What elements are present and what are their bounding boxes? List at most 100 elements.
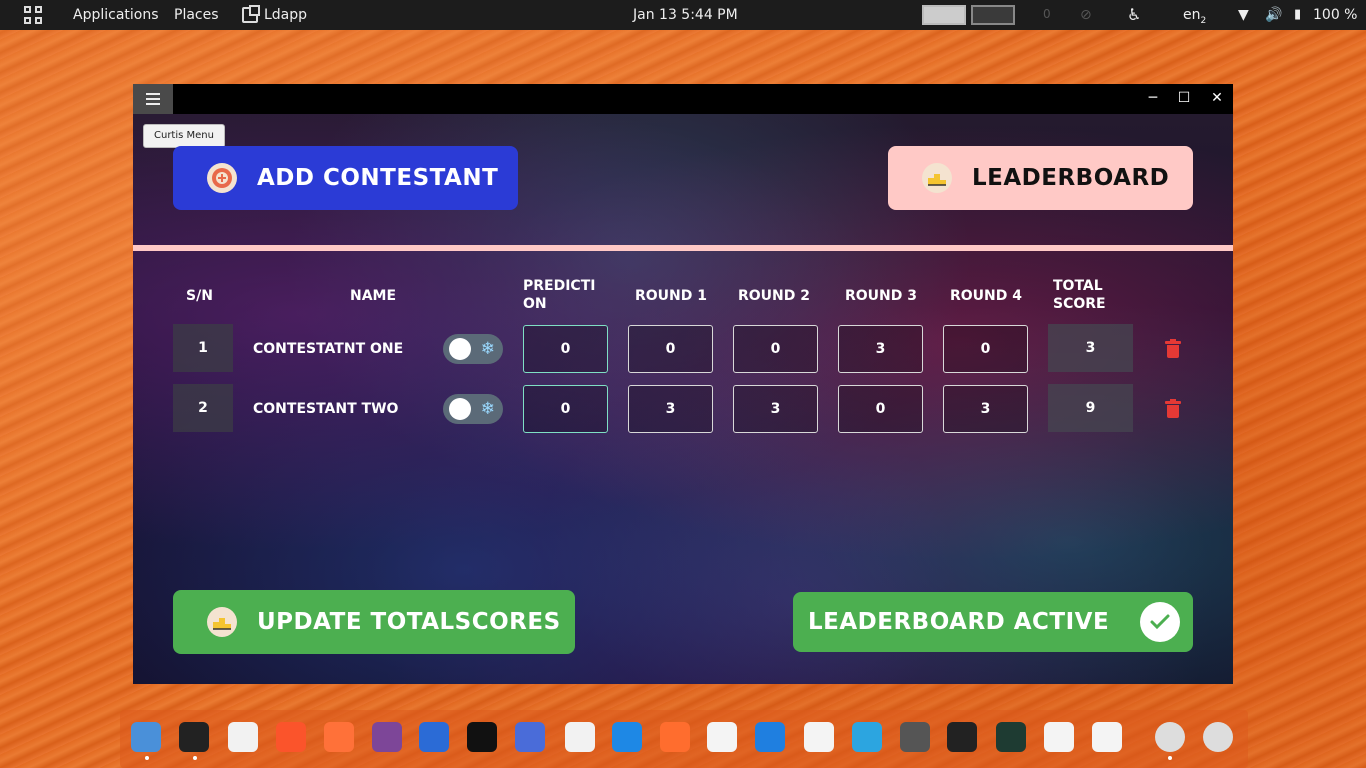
paint-icon[interactable] — [660, 722, 690, 752]
row2-prediction-input[interactable]: 0 — [523, 385, 608, 433]
leaderboard-button[interactable]: LEADERBOARD — [888, 146, 1193, 210]
row1-sn: 1 — [173, 324, 233, 372]
workspace-indicator: 0 — [1043, 7, 1051, 21]
language-sub: 2 — [1200, 15, 1207, 26]
games-icon[interactable] — [1092, 722, 1122, 752]
row2-round1-input[interactable]: 3 — [628, 385, 713, 433]
row1-round2-input[interactable]: 0 — [733, 325, 818, 373]
row1-delete-icon[interactable] — [1165, 339, 1181, 358]
leaderboard-active-button[interactable]: LEADERBOARD ACTIVE — [793, 592, 1193, 652]
row2-delete-icon[interactable] — [1165, 399, 1181, 418]
wifi-icon[interactable]: ▼ — [1238, 7, 1249, 23]
row2-name: CONTESTANT TWO — [253, 401, 399, 417]
header-name: NAME — [350, 288, 397, 304]
row1-round3-input[interactable]: 3 — [838, 325, 923, 373]
accessibility-icon[interactable]: ♿ — [1127, 5, 1141, 24]
system-monitor-icon[interactable] — [996, 722, 1026, 752]
terminal-icon[interactable] — [179, 722, 209, 752]
row2-round2-input[interactable]: 3 — [733, 385, 818, 433]
row1-name: CONTESTATNT ONE — [253, 341, 404, 357]
font-viewer-icon[interactable] — [565, 722, 595, 752]
header-total-score: TOTAL SCORE — [1053, 277, 1106, 313]
running-indicator — [193, 756, 197, 760]
row2-total-score: 9 — [1048, 384, 1133, 432]
header-prediction: PREDICTI ON — [523, 277, 595, 313]
toggle-knob — [449, 398, 471, 420]
row2-round4-input[interactable]: 3 — [943, 385, 1028, 433]
add-contestant-label: ADD CONTESTANT — [257, 165, 499, 191]
bird-icon[interactable] — [419, 722, 449, 752]
row1-round1-input[interactable]: 0 — [628, 325, 713, 373]
leaderboard-label: LEADERBOARD — [972, 165, 1170, 191]
battery-icon[interactable]: ▮ — [1294, 7, 1301, 22]
header-sn: S/N — [186, 288, 213, 304]
podium-icon — [207, 607, 237, 637]
running-indicator — [1168, 756, 1172, 760]
link-icon: ⊘ — [1080, 7, 1092, 23]
vpn-icon[interactable] — [707, 722, 737, 752]
add-target-icon — [207, 163, 237, 193]
header-round1: ROUND 1 — [635, 288, 708, 304]
battery-percent: 100 % — [1313, 7, 1358, 23]
row1-round4-input[interactable]: 0 — [943, 325, 1028, 373]
header-total-line1: TOTAL — [1053, 278, 1103, 294]
text-editor-icon[interactable] — [228, 722, 258, 752]
check-icon — [1140, 602, 1180, 642]
download-icon[interactable] — [467, 722, 497, 752]
podium-icon — [922, 163, 952, 193]
ldapp-app-icon — [242, 5, 260, 23]
leaderboard-active-label: LEADERBOARD ACTIVE — [808, 609, 1110, 635]
row2-round3-input[interactable]: 0 — [838, 385, 923, 433]
row1-prediction-input[interactable]: 0 — [523, 325, 608, 373]
add-contestant-button[interactable]: ADD CONTESTANT — [173, 146, 518, 210]
row2-freeze-toggle[interactable]: ❄ — [443, 394, 503, 424]
amazon-icon[interactable] — [947, 722, 977, 752]
language-indicator[interactable]: en2 — [1183, 7, 1206, 26]
header-prediction-line1: PREDICTI — [523, 278, 596, 294]
vscode-icon[interactable] — [755, 722, 785, 752]
language-code: en — [1183, 7, 1201, 23]
places-menu[interactable]: Places — [174, 7, 219, 23]
clock[interactable]: Jan 13 5:44 PM — [633, 7, 738, 23]
snowflake-icon: ❄ — [480, 339, 495, 359]
top-panel: Applications Places Ldapp Jan 13 5:44 PM… — [0, 0, 1366, 30]
snowflake-icon: ❄ — [480, 399, 495, 419]
update-totalscores-label: UPDATE TOTALSCORES — [257, 609, 561, 635]
firefox-icon[interactable] — [324, 722, 354, 752]
header-divider — [133, 245, 1233, 251]
remote-desktop-icon[interactable] — [515, 722, 545, 752]
app-window: ─ ☐ ✕ Curtis Menu ADD CONTESTANT LEADERB… — [133, 84, 1233, 684]
tor-icon[interactable] — [372, 722, 402, 752]
row1-total-score: 3 — [1048, 324, 1133, 372]
row1-freeze-toggle[interactable]: ❄ — [443, 334, 503, 364]
active-app-name[interactable]: Ldapp — [264, 7, 307, 23]
applications-menu[interactable]: Applications — [73, 7, 159, 23]
files-icon[interactable] — [131, 722, 161, 752]
volume-icon[interactable]: 🔊 — [1265, 7, 1282, 23]
header-round4: ROUND 4 — [950, 288, 1023, 304]
brave-icon[interactable] — [276, 722, 306, 752]
hamburger-menu-button[interactable] — [133, 84, 173, 114]
workspace-1[interactable] — [922, 5, 966, 25]
window-titlebar[interactable]: ─ ☐ ✕ — [133, 84, 1233, 114]
menu-tooltip: Curtis Menu — [143, 124, 225, 148]
header-prediction-line2: ON — [523, 296, 547, 312]
toggle-knob — [449, 338, 471, 360]
slack-icon[interactable] — [804, 722, 834, 752]
color-picker-icon[interactable] — [1044, 722, 1074, 752]
header-total-line2: SCORE — [1053, 296, 1106, 312]
close-button[interactable]: ✕ — [1207, 90, 1227, 106]
telegram-icon[interactable] — [852, 722, 882, 752]
app-grid-icon[interactable] — [1203, 722, 1233, 752]
running-indicator — [145, 756, 149, 760]
calculator-icon[interactable] — [900, 722, 930, 752]
maximize-button[interactable]: ☐ — [1174, 90, 1194, 106]
row2-sn: 2 — [173, 384, 233, 432]
update-totalscores-button[interactable]: UPDATE TOTALSCORES — [173, 590, 575, 654]
browser-icon[interactable] — [612, 722, 642, 752]
settings-icon[interactable] — [1155, 722, 1185, 752]
workspace-2[interactable] — [971, 5, 1015, 25]
minimize-button[interactable]: ─ — [1143, 90, 1163, 106]
header-round3: ROUND 3 — [845, 288, 918, 304]
activities-grid-icon[interactable] — [24, 6, 42, 24]
